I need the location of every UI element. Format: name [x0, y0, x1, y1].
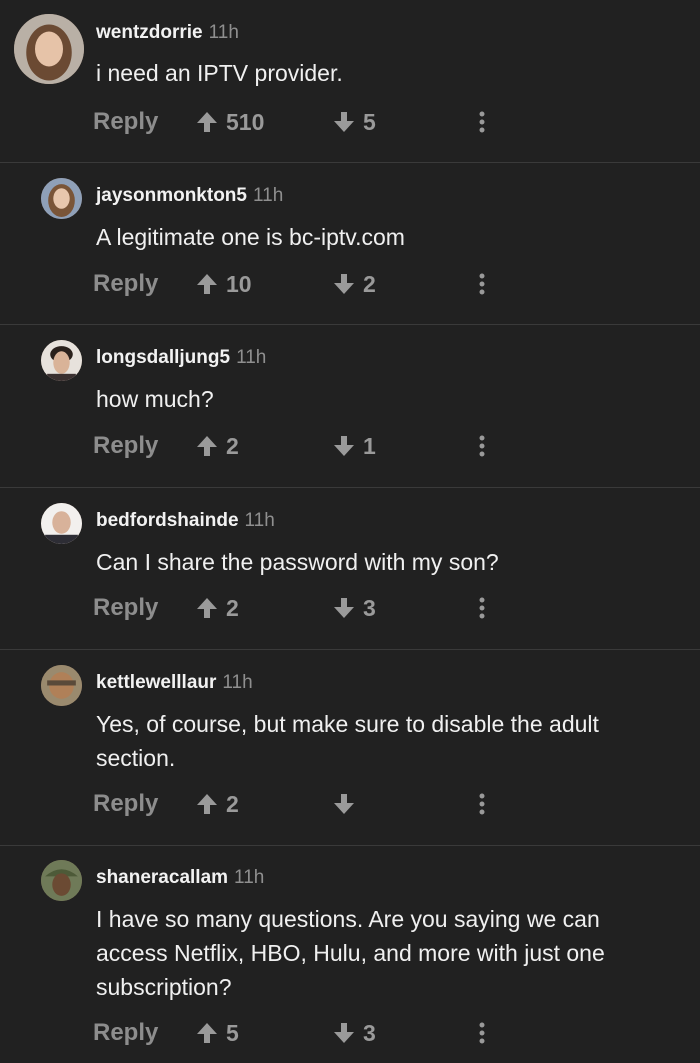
arrow-down-icon [333, 434, 355, 458]
timestamp: 11h [252, 185, 284, 206]
avatar[interactable] [14, 14, 84, 84]
comment-item: bedfordshainde 11h Can I share the passwo… [0, 488, 700, 650]
more-vertical-icon[interactable] [474, 102, 490, 142]
arrow-down-icon [333, 272, 355, 296]
upvote-button[interactable]: 510 [196, 102, 264, 142]
avatar[interactable] [41, 665, 82, 706]
more-vertical-icon[interactable] [474, 784, 490, 824]
downvote-button[interactable] [333, 784, 363, 824]
comment-text: I have so many questions. Are you saying… [96, 906, 605, 1000]
arrow-up-icon [196, 434, 218, 458]
more-vertical-icon[interactable] [474, 264, 490, 304]
downvote-button[interactable]: 1 [333, 426, 376, 466]
username[interactable]: shaneracallam [96, 867, 228, 888]
comment-meta: jaysonmonkton5 11h [96, 185, 283, 207]
comment-actions: Reply 5 3 [0, 1013, 700, 1053]
avatar[interactable] [41, 340, 82, 381]
arrow-up-icon [196, 596, 218, 620]
downvote-count: 5 [363, 108, 376, 135]
arrow-down-icon [333, 596, 355, 620]
more-vertical-icon[interactable] [474, 1013, 490, 1053]
arrow-down-icon [333, 1021, 355, 1045]
downvote-count: 3 [363, 1019, 376, 1046]
comment-item: kettlewelllaur 11h Yes, of course, but ma… [0, 650, 700, 846]
comment-text: i need an IPTV provider. [96, 60, 343, 86]
downvote-button[interactable]: 2 [333, 264, 376, 304]
username[interactable]: longsdalljung5 [96, 347, 230, 368]
comment-meta: longsdalljung5 11h [96, 347, 266, 369]
upvote-count: 10 [226, 270, 252, 297]
upvote-count: 2 [226, 594, 239, 621]
downvote-button[interactable]: 5 [333, 102, 376, 142]
reply-button[interactable]: Reply [93, 102, 158, 142]
downvote-count: 1 [363, 432, 376, 459]
timestamp: 11h [244, 510, 275, 531]
downvote-count: 2 [363, 270, 376, 297]
avatar[interactable] [41, 503, 82, 544]
downvote-count: 3 [363, 594, 376, 621]
username[interactable]: bedfordshainde [96, 510, 239, 531]
comment-actions: Reply 510 5 [0, 102, 700, 142]
arrow-down-icon [333, 110, 355, 134]
comment-text: Yes, of course, but make sure to disable… [96, 711, 599, 771]
comment-text: Can I share the password with my son? [96, 549, 499, 575]
timestamp: 11h [222, 672, 253, 693]
arrow-up-icon [196, 110, 218, 134]
upvote-button[interactable]: 5 [196, 1013, 239, 1053]
more-vertical-icon[interactable] [474, 588, 490, 628]
username[interactable]: kettlewelllaur [96, 672, 216, 693]
comment-item: shaneracallam 11h I have so many question… [0, 846, 700, 1063]
comment-meta: bedfordshainde 11h [96, 510, 275, 532]
comment-item: wentzdorrie 11h i need an IPTV provider. … [0, 0, 700, 163]
arrow-up-icon [196, 1021, 218, 1045]
more-vertical-icon[interactable] [474, 426, 490, 466]
comment-actions: Reply 2 1 [0, 426, 700, 466]
reply-button[interactable]: Reply [93, 1013, 158, 1053]
username[interactable]: wentzdorrie [96, 22, 203, 43]
comment-text: how much? [96, 386, 214, 412]
comment-item: longsdalljung5 11h how much? Reply 2 1 [0, 325, 700, 488]
timestamp: 11h [236, 347, 267, 368]
timestamp: 11h [208, 22, 239, 43]
upvote-button[interactable]: 2 [196, 426, 239, 466]
username[interactable]: jaysonmonkton5 [96, 185, 247, 206]
avatar[interactable] [41, 178, 82, 219]
reply-button[interactable]: Reply [93, 784, 158, 824]
reply-button[interactable]: Reply [93, 264, 158, 304]
comment-actions: Reply 10 2 [0, 264, 700, 304]
downvote-button[interactable]: 3 [333, 1013, 376, 1053]
upvote-count: 2 [226, 432, 239, 459]
comment-item: jaysonmonkton5 11h A legitimate one is bc… [0, 163, 700, 325]
comment-meta: kettlewelllaur 11h [96, 672, 253, 694]
reply-button[interactable]: Reply [93, 588, 158, 628]
arrow-down-icon [333, 792, 355, 816]
comment-actions: Reply 2 [0, 784, 700, 824]
arrow-up-icon [196, 792, 218, 816]
timestamp: 11h [234, 867, 265, 888]
upvote-button[interactable]: 2 [196, 784, 239, 824]
upvote-button[interactable]: 10 [196, 264, 252, 304]
comment-text: A legitimate one is bc-iptv.com [96, 224, 405, 250]
reply-button[interactable]: Reply [93, 426, 158, 466]
comment-meta: wentzdorrie 11h [96, 22, 239, 44]
comment-actions: Reply 2 3 [0, 588, 700, 628]
upvote-count: 5 [226, 1019, 239, 1046]
arrow-up-icon [196, 272, 218, 296]
upvote-count: 510 [226, 108, 265, 135]
downvote-button[interactable]: 3 [333, 588, 376, 628]
upvote-button[interactable]: 2 [196, 588, 239, 628]
upvote-count: 2 [226, 790, 239, 817]
avatar[interactable] [41, 860, 82, 901]
comment-meta: shaneracallam 11h [96, 867, 264, 889]
